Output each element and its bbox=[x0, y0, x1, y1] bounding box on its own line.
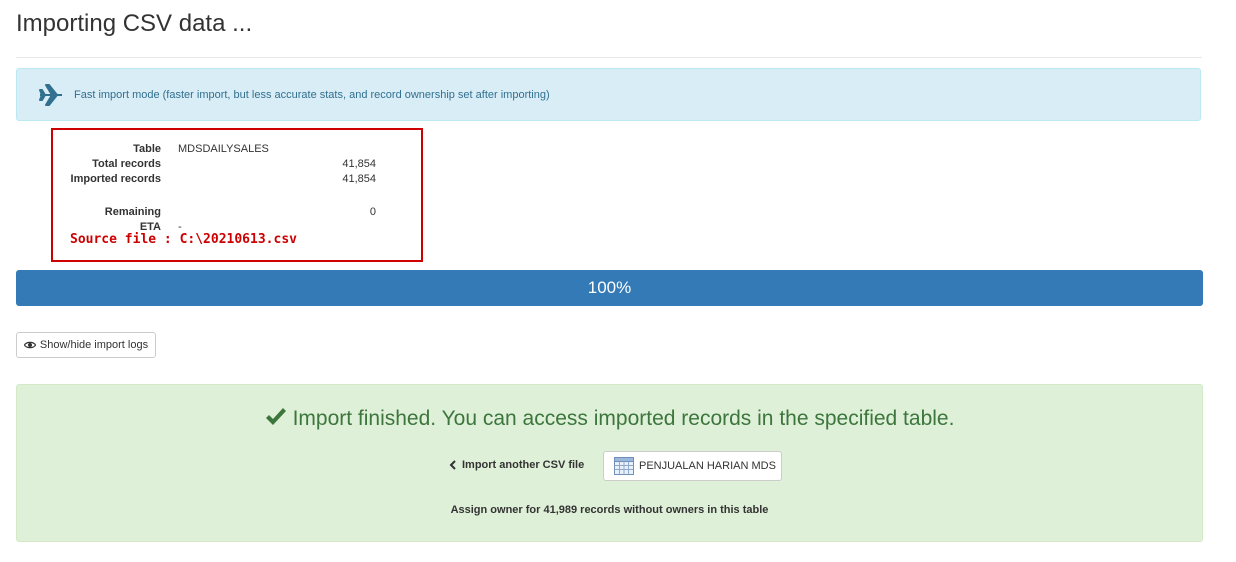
show-hide-logs-button[interactable]: Show/hide import logs bbox=[16, 332, 156, 358]
table-button-label: PENJUALAN HARIAN MDS bbox=[639, 460, 776, 472]
total-records-value: 41,854 bbox=[342, 158, 376, 170]
chevron-left-icon bbox=[449, 460, 456, 470]
imported-records-label: Imported records bbox=[70, 173, 161, 185]
check-icon bbox=[265, 408, 286, 425]
success-message-row: Import finished. You can access imported… bbox=[17, 407, 1202, 431]
progress-bar: 100% bbox=[16, 270, 1203, 306]
import-progress: 100% bbox=[16, 270, 1203, 306]
fast-import-alert: Fast import mode (faster import, but les… bbox=[16, 68, 1201, 121]
open-table-button[interactable]: PENJUALAN HARIAN MDS bbox=[603, 451, 782, 481]
import-another-link[interactable]: Import another CSV file bbox=[449, 459, 584, 471]
import-finished-panel: Import finished. You can access imported… bbox=[16, 384, 1203, 542]
table-label: Table bbox=[133, 143, 161, 155]
eye-icon bbox=[23, 341, 36, 349]
page-title: Importing CSV data ... bbox=[16, 10, 253, 37]
import-another-label: Import another CSV file bbox=[462, 459, 585, 471]
fast-import-text: Fast import mode (faster import, but les… bbox=[74, 89, 550, 101]
table-grid-icon bbox=[614, 457, 634, 475]
source-file-annotation: Source file : C:\20210613.csv bbox=[70, 232, 297, 247]
success-message: Import finished. You can access imported… bbox=[292, 407, 955, 430]
plane-icon bbox=[39, 84, 62, 106]
imported-records-value: 41,854 bbox=[342, 173, 376, 185]
assign-owner-text: Assign owner for 41,989 records without … bbox=[450, 504, 769, 516]
total-records-label: Total records bbox=[92, 158, 161, 170]
title-divider bbox=[16, 57, 1202, 58]
table-value: MDSDAILYSALES bbox=[178, 143, 269, 155]
import-stats: Table MDSDAILYSALES Total records 41,854… bbox=[51, 128, 423, 262]
remaining-value: 0 bbox=[369, 206, 376, 218]
show-hide-logs-label: Show/hide import logs bbox=[39, 339, 149, 351]
remaining-label: Remaining bbox=[104, 206, 161, 218]
